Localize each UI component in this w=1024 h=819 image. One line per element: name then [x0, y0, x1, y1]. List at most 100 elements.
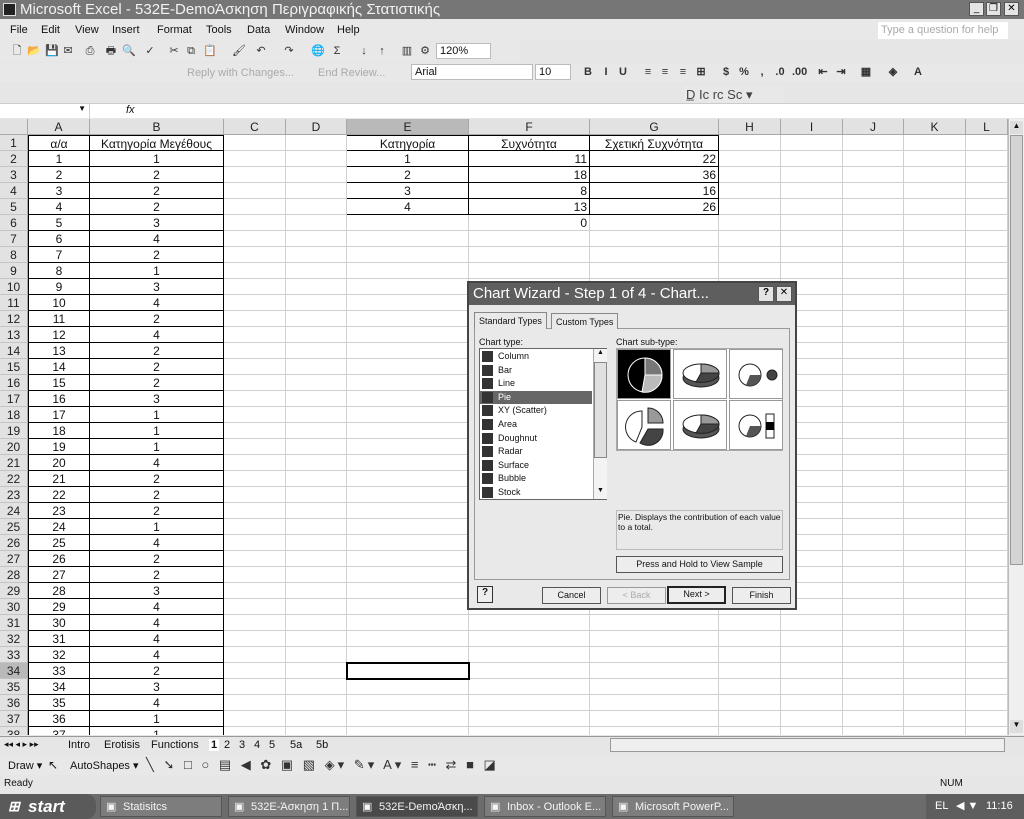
- cell-J36[interactable]: [843, 695, 904, 711]
- cell-K12[interactable]: [904, 311, 966, 327]
- cell-C28[interactable]: [224, 567, 286, 583]
- font-name-combo[interactable]: Arial: [411, 64, 533, 80]
- cell-I3[interactable]: [781, 167, 843, 183]
- cell-L7[interactable]: [966, 231, 1008, 247]
- cell-C27[interactable]: [224, 551, 286, 567]
- cell-A36[interactable]: 35: [28, 695, 90, 711]
- cell-B15[interactable]: 2: [90, 359, 224, 375]
- cell-E14[interactable]: [347, 343, 469, 359]
- cell-B21[interactable]: 4: [90, 455, 224, 471]
- cell-B37[interactable]: 1: [90, 711, 224, 727]
- cell-A6[interactable]: 5: [28, 215, 90, 231]
- select-all-corner[interactable]: [0, 119, 28, 135]
- menu-edit[interactable]: Edit: [41, 24, 60, 36]
- cell-K24[interactable]: [904, 503, 966, 519]
- row-header-8[interactable]: 8: [0, 247, 28, 263]
- cell-K21[interactable]: [904, 455, 966, 471]
- cell-J6[interactable]: [843, 215, 904, 231]
- cell-J18[interactable]: [843, 407, 904, 423]
- help-search-input[interactable]: Type a question for help: [878, 22, 1008, 39]
- cell-C32[interactable]: [224, 631, 286, 647]
- cell-F34[interactable]: [469, 663, 590, 679]
- chart-type-radar[interactable]: Radar: [480, 445, 592, 458]
- cell-D28[interactable]: [286, 567, 347, 583]
- menu-data[interactable]: Data: [247, 24, 270, 36]
- cell-K23[interactable]: [904, 487, 966, 503]
- cell-B24[interactable]: 2: [90, 503, 224, 519]
- cell-L2[interactable]: [966, 151, 1008, 167]
- cell-E16[interactable]: [347, 375, 469, 391]
- cell-E30[interactable]: [347, 599, 469, 615]
- cell-B14[interactable]: 2: [90, 343, 224, 359]
- toolbar-icon-17[interactable]: ↑: [375, 44, 389, 58]
- cell-F37[interactable]: [469, 711, 590, 727]
- cell-E25[interactable]: [347, 519, 469, 535]
- column-header-H[interactable]: H: [719, 119, 781, 135]
- cell-I4[interactable]: [781, 183, 843, 199]
- cell-B32[interactable]: 4: [90, 631, 224, 647]
- cell-L1[interactable]: [966, 135, 1008, 151]
- cell-D23[interactable]: [286, 487, 347, 503]
- cell-D9[interactable]: [286, 263, 347, 279]
- cell-J29[interactable]: [843, 583, 904, 599]
- cell-E12[interactable]: [347, 311, 469, 327]
- cell-C23[interactable]: [224, 487, 286, 503]
- cell-K13[interactable]: [904, 327, 966, 343]
- cell-C11[interactable]: [224, 295, 286, 311]
- cell-D16[interactable]: [286, 375, 347, 391]
- cell-K8[interactable]: [904, 247, 966, 263]
- cell-H2[interactable]: [719, 151, 781, 167]
- cell-J2[interactable]: [843, 151, 904, 167]
- row-header-20[interactable]: 20: [0, 439, 28, 455]
- cell-G36[interactable]: [590, 695, 719, 711]
- cell-A4[interactable]: 3: [28, 183, 90, 199]
- cell-L22[interactable]: [966, 471, 1008, 487]
- cell-D12[interactable]: [286, 311, 347, 327]
- column-header-B[interactable]: B: [90, 119, 224, 135]
- cell-L28[interactable]: [966, 567, 1008, 583]
- subtype-bar-of-pie[interactable]: [729, 400, 783, 450]
- cell-K36[interactable]: [904, 695, 966, 711]
- cell-E38[interactable]: [347, 727, 469, 735]
- cell-L33[interactable]: [966, 647, 1008, 663]
- cell-D7[interactable]: [286, 231, 347, 247]
- menu-window[interactable]: Window: [285, 24, 324, 36]
- cell-B29[interactable]: 3: [90, 583, 224, 599]
- row-header-10[interactable]: 10: [0, 279, 28, 295]
- cell-B6[interactable]: 3: [90, 215, 224, 231]
- chart-type-area[interactable]: Area: [480, 418, 592, 431]
- taskbar-item-4[interactable]: ▣ Microsoft PowerP...: [612, 796, 734, 817]
- cell-A30[interactable]: 29: [28, 599, 90, 615]
- cell-E11[interactable]: [347, 295, 469, 311]
- format-icon-14[interactable]: ▦: [859, 65, 873, 79]
- text-tools-icons[interactable]: D̲ Ic rc Sc ▾: [686, 87, 752, 103]
- cell-E28[interactable]: [347, 567, 469, 583]
- cell-I1[interactable]: [781, 135, 843, 151]
- cell-H4[interactable]: [719, 183, 781, 199]
- cell-C37[interactable]: [224, 711, 286, 727]
- cell-G38[interactable]: [590, 727, 719, 735]
- cell-L18[interactable]: [966, 407, 1008, 423]
- cell-B38[interactable]: 1: [90, 727, 224, 735]
- dialog-help-button[interactable]: ?: [758, 286, 774, 302]
- dialog-close-button[interactable]: ✕: [776, 286, 792, 302]
- cell-E37[interactable]: [347, 711, 469, 727]
- cell-D1[interactable]: [286, 135, 347, 151]
- cell-J23[interactable]: [843, 487, 904, 503]
- cell-J33[interactable]: [843, 647, 904, 663]
- taskbar-item-3[interactable]: ▣ Inbox - Outlook E...: [484, 796, 606, 817]
- cell-E33[interactable]: [347, 647, 469, 663]
- row-header-38[interactable]: 38: [0, 727, 28, 735]
- taskbar-item-0[interactable]: ▣ Statisitcs: [100, 796, 222, 817]
- toolbar-icon-0[interactable]: 🗋: [10, 44, 24, 58]
- cell-L36[interactable]: [966, 695, 1008, 711]
- language-indicator[interactable]: EL: [935, 794, 948, 819]
- close-button[interactable]: ✕: [1004, 2, 1019, 16]
- cell-I2[interactable]: [781, 151, 843, 167]
- cell-F4[interactable]: 8: [469, 183, 590, 199]
- format-icon-6[interactable]: ⊞: [694, 65, 708, 79]
- cell-C2[interactable]: [224, 151, 286, 167]
- row-header-14[interactable]: 14: [0, 343, 28, 359]
- cell-J4[interactable]: [843, 183, 904, 199]
- cell-J8[interactable]: [843, 247, 904, 263]
